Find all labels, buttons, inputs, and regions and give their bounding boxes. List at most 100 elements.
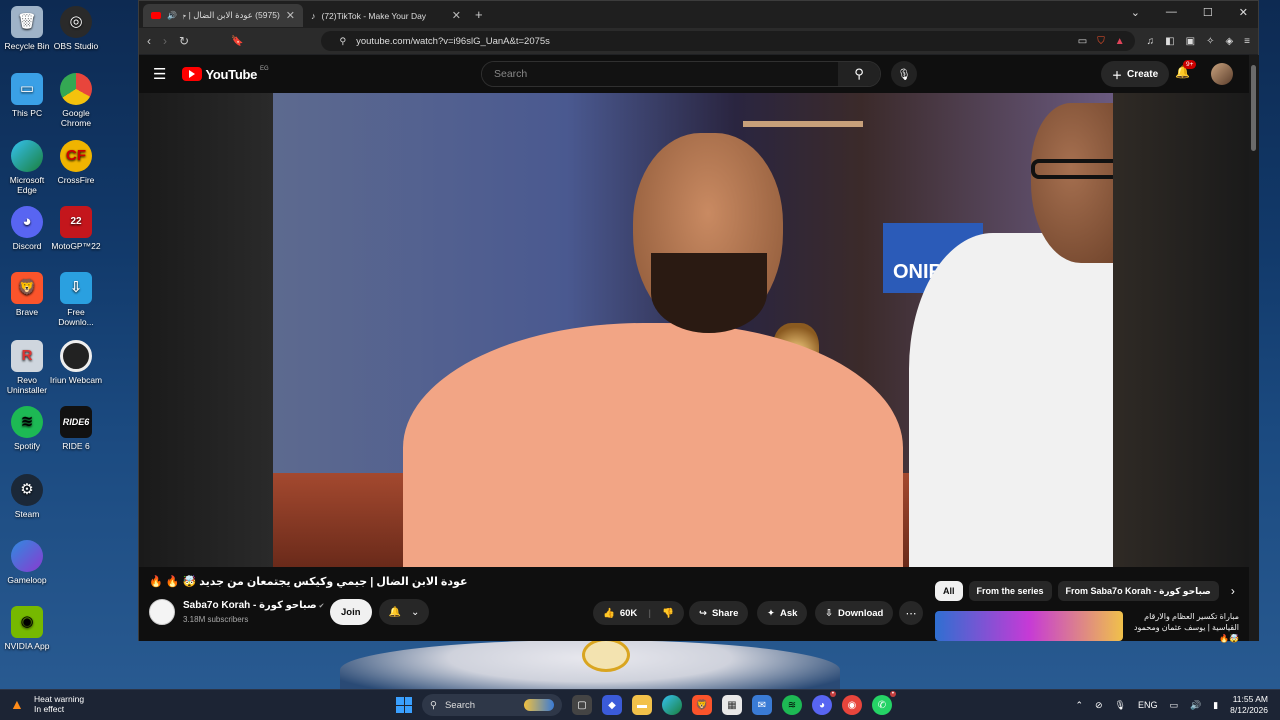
weather-widget[interactable]: ▲ Heat warning In effect <box>10 694 84 714</box>
desktop-icon-revo[interactable]: R Revo Uninstaller <box>0 340 54 395</box>
site-info-icon[interactable]: ⚲ <box>340 36 347 47</box>
chevron-down-icon[interactable]: ⌄ <box>1131 6 1140 19</box>
desktop-icon-discord[interactable]: ◕ Discord <box>0 206 54 251</box>
forward-icon[interactable]: › <box>163 34 167 48</box>
youtube-logo[interactable]: YouTube EG <box>182 66 269 82</box>
speaker-icon[interactable]: 🔊 <box>167 11 177 20</box>
video-person-2-body <box>909 233 1113 567</box>
thumbs-down-icon[interactable]: 👎 <box>662 608 674 619</box>
ask-button[interactable]: ✦ Ask <box>757 601 808 625</box>
chevron-up-icon[interactable]: ⌃ <box>1075 700 1083 711</box>
logo-text: YouTube <box>205 66 258 82</box>
country-code: EG <box>260 66 269 72</box>
store-icon[interactable]: ▦ <box>722 695 742 715</box>
hamburger-menu-icon[interactable]: ☰ <box>153 65 166 83</box>
tab-youtube[interactable]: 🔊 (5975) عودة الابن الضال | جيمي... ✕ <box>143 4 303 27</box>
recommended-video-title[interactable]: مباراة تكسير العظام والارقام القياسية | … <box>1129 611 1239 644</box>
mic-tray-icon[interactable]: 🎙 <box>1115 700 1126 711</box>
url-field[interactable]: 🔖 ⚲ youtube.com/watch?v=i96slG_UanA&t=20… <box>231 31 1135 51</box>
channel-name[interactable]: Saba7o Korah - صباحو كورة ✔ <box>183 600 325 611</box>
clock[interactable]: 11:55 AM 8/12/2026 <box>1230 694 1268 716</box>
more-actions-button[interactable]: ⋯ <box>899 601 923 625</box>
tab-tiktok[interactable]: ♪ (72)TikTok - Make Your Day ✕ <box>303 4 469 27</box>
search-button[interactable]: ⚲ <box>838 62 880 86</box>
video-title: عودة الابن الضال | جيمي وكيكس يجتمعان من… <box>149 576 468 588</box>
volume-icon[interactable]: 🔊 <box>1190 700 1201 711</box>
network-off-icon[interactable]: ⊘ <box>1095 700 1103 711</box>
page-scrollbar[interactable] <box>1249 55 1259 641</box>
vpn-icon[interactable]: ◈ <box>1225 36 1233 47</box>
chevron-right-icon[interactable]: › <box>1231 584 1235 598</box>
maximize-icon[interactable]: ☐ <box>1203 6 1213 19</box>
desktop-icon-spotify[interactable]: ≋ Spotify <box>0 406 54 451</box>
desktop-icon-obs[interactable]: ◎ OBS Studio <box>49 6 103 51</box>
desktop-icon-recycle-bin[interactable]: 🗑 Recycle Bin <box>0 6 54 51</box>
reload-icon[interactable]: ↻ <box>179 34 189 48</box>
copilot-icon[interactable]: ◆ <box>602 695 622 715</box>
edge-taskbar-icon[interactable] <box>662 695 682 715</box>
recycle-bin-icon: 🗑 <box>11 6 43 38</box>
desktop-icon-nvidia[interactable]: ◉ NVIDIA App <box>0 606 54 651</box>
desktop-icon-chrome[interactable]: Google Chrome <box>49 73 103 128</box>
close-icon[interactable]: ✕ <box>452 9 461 22</box>
channel-avatar[interactable] <box>149 599 175 625</box>
notifications-button[interactable]: 🔔 9+ <box>1175 60 1197 79</box>
discord-taskbar-icon[interactable]: ◕ • <box>812 691 836 715</box>
ride6-icon: RIDE6 <box>60 406 92 438</box>
chip-all[interactable]: All <box>935 581 963 601</box>
language-indicator[interactable]: ENG <box>1138 700 1158 710</box>
desktop-icon-ride6[interactable]: RIDE6 RIDE 6 <box>49 406 103 451</box>
avatar[interactable] <box>1211 63 1233 85</box>
battery-icon[interactable]: ▮ <box>1213 700 1218 711</box>
close-icon[interactable]: ✕ <box>286 9 295 22</box>
chip-from-series[interactable]: From the series <box>968 581 1052 601</box>
brave-rewards-icon[interactable]: ▲ <box>1115 36 1125 47</box>
chip-from-channel[interactable]: From Saba7o Korah - صباحو كورة <box>1057 581 1219 601</box>
display-icon[interactable]: ▭ <box>1169 700 1178 711</box>
desktop-icon-edge[interactable]: Microsoft Edge <box>0 140 54 195</box>
desktop-icon-gameloop[interactable]: Gameloop <box>0 540 54 585</box>
whatsapp-icon[interactable]: ✆ • <box>872 691 896 715</box>
mail-icon[interactable]: ✉ <box>752 695 772 715</box>
close-window-icon[interactable]: ✕ <box>1239 6 1248 19</box>
app-taskbar-icon[interactable]: ◉ <box>842 695 862 715</box>
share-button[interactable]: ↪ Share <box>689 601 749 625</box>
brave-taskbar-icon[interactable]: 🦁 <box>692 695 712 715</box>
desktop-icon-crossfire[interactable]: CF CrossFire <box>49 140 103 185</box>
join-button[interactable]: Join <box>330 599 372 625</box>
video-frame[interactable]: ONIRO <box>273 93 1113 567</box>
download-button[interactable]: ⇩ Download <box>815 601 894 625</box>
scrollbar-thumb[interactable] <box>1251 65 1256 151</box>
like-button[interactable]: 👍 60K | 👎 <box>593 601 684 625</box>
extensions-icon[interactable]: ✧ <box>1206 36 1214 47</box>
new-tab-button[interactable]: + <box>475 7 483 22</box>
desktop-icon-steam[interactable]: ⚙ Steam <box>0 474 54 519</box>
desktop-icon-free-download[interactable]: ⇩ Free Downlo... <box>49 272 103 327</box>
file-explorer-icon[interactable]: ▬ <box>632 695 652 715</box>
video-player[interactable]: ONIRO <box>139 93 1249 567</box>
voice-search-button[interactable]: 🎙 <box>891 61 917 87</box>
menu-icon[interactable]: ≡ <box>1244 36 1250 47</box>
windows-start-icon[interactable] <box>396 697 412 713</box>
spotify-taskbar-icon[interactable]: ≋ <box>782 695 802 715</box>
sidebar-icon[interactable]: ◧ <box>1165 36 1174 47</box>
webcam-icon <box>60 340 92 372</box>
task-view-icon[interactable]: ▢ <box>572 695 592 715</box>
create-button[interactable]: ＋ Create <box>1101 61 1170 87</box>
brave-shields-icon[interactable]: ⛉ <box>1097 36 1105 47</box>
taskbar-search[interactable]: ⚲ Search <box>422 694 562 716</box>
desktop-icon-webcam[interactable]: Iriun Webcam <box>49 340 103 385</box>
wallet-icon[interactable]: ▣ <box>1186 36 1195 47</box>
bookmark-icon[interactable]: 🔖 <box>231 36 243 47</box>
cast-icon[interactable]: ▭ <box>1078 36 1087 47</box>
url-text[interactable]: youtube.com/watch?v=i96slG_UanA&t=2075s <box>356 36 1068 47</box>
recommended-video-thumbnail[interactable] <box>935 611 1123 641</box>
search-input[interactable] <box>482 62 838 86</box>
minimize-icon[interactable]: — <box>1166 6 1177 19</box>
desktop-icon-motogp[interactable]: 22 MotoGP™22 <box>49 206 103 251</box>
desktop-icon-brave[interactable]: 🦁 Brave <box>0 272 54 317</box>
media-icon[interactable]: ♫ <box>1147 36 1155 47</box>
subscription-bell-button[interactable]: 🔔 ⌄ <box>379 599 429 625</box>
back-icon[interactable]: ‹ <box>147 34 151 48</box>
desktop-icon-this-pc[interactable]: ▭ This PC <box>0 73 54 118</box>
